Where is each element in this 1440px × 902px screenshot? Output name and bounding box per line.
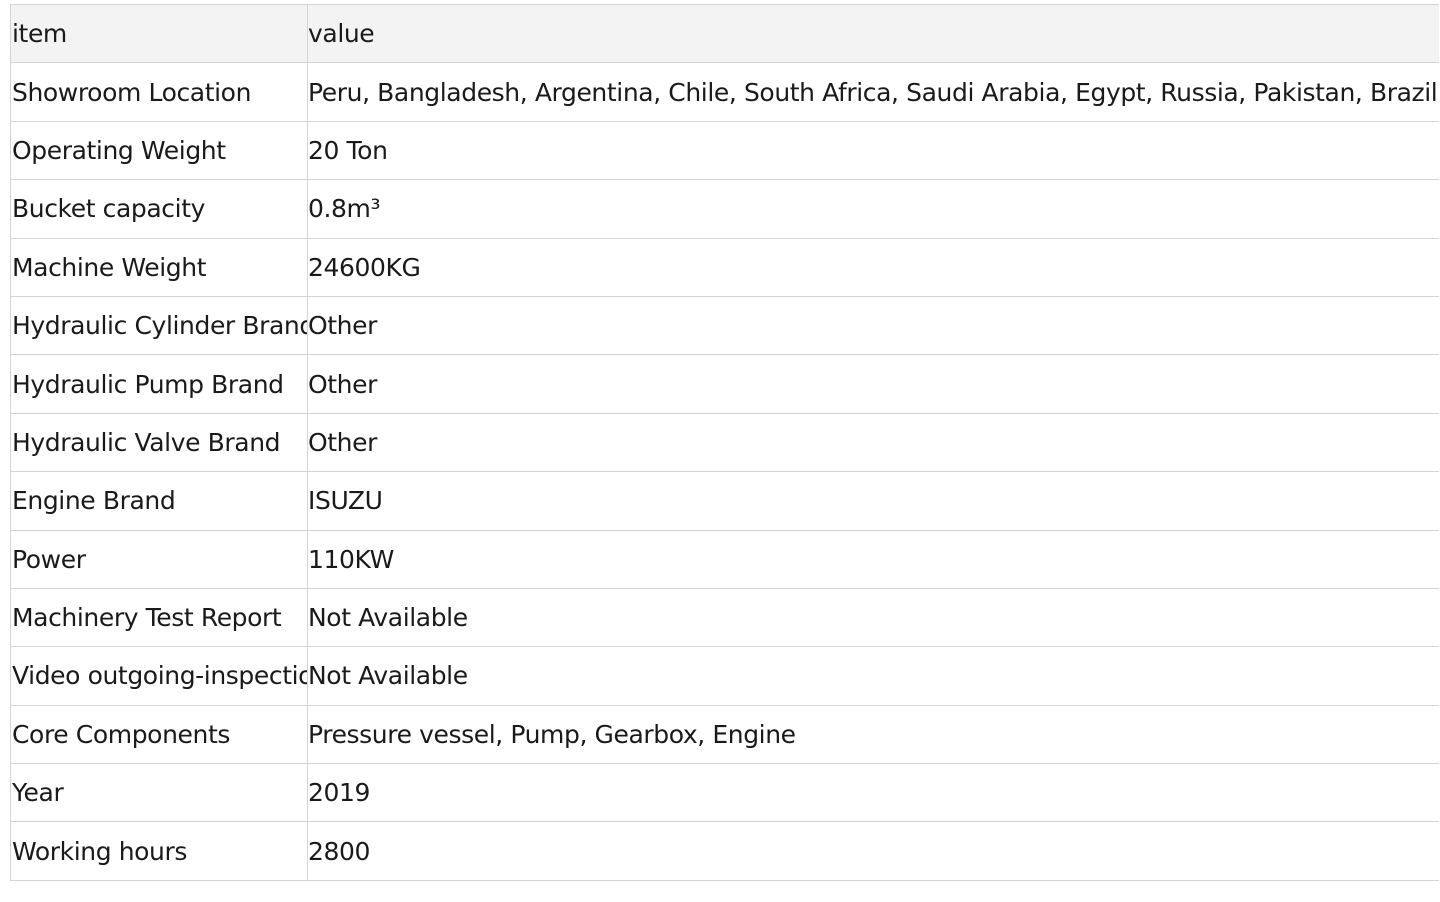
- value-cell: 20 Ton: [308, 135, 388, 165]
- table-row: Engine Brand ISUZU: [11, 472, 1439, 531]
- value-cell: 0.8m³: [308, 194, 381, 224]
- table-row: Core Components Pressure vessel, Pump, Ge…: [11, 705, 1439, 765]
- item-cell: Showroom Location: [11, 63, 308, 121]
- item-cell: Machinery Test Report: [11, 588, 308, 647]
- table-row: Operating Weight 20 Ton: [11, 121, 1439, 181]
- value-cell: 24600KG: [308, 252, 421, 282]
- item-cell: Year: [11, 764, 308, 822]
- item-cell: Hydraulic Cylinder Brand: [11, 296, 308, 355]
- value-cell: Not Available: [308, 661, 468, 691]
- item-cell: Working hours: [11, 822, 308, 880]
- item-cell: Engine Brand: [11, 472, 308, 530]
- item-cell: Bucket capacity: [11, 180, 308, 238]
- value-cell: 110KW: [308, 544, 394, 574]
- item-cell: Core Components: [11, 705, 308, 764]
- value-cell: Other: [308, 311, 377, 341]
- table-row: Working hours 2800: [11, 822, 1439, 881]
- value-cell: ISUZU: [308, 486, 383, 516]
- table-row: Machinery Test Report Not Available: [11, 588, 1439, 648]
- table-row: Power 110KW: [11, 530, 1439, 589]
- table-row: Hydraulic Valve Brand Other: [11, 413, 1439, 473]
- item-cell: Operating Weight: [11, 121, 308, 180]
- item-cell: Hydraulic Valve Brand: [11, 413, 308, 472]
- value-cell: Other: [308, 369, 377, 399]
- table-header-row: item value: [11, 5, 1439, 64]
- spec-table: item value Showroom Location Peru, Bangla…: [10, 4, 1439, 881]
- value-cell: Not Available: [308, 603, 468, 633]
- item-cell: Machine Weight: [11, 238, 308, 296]
- item-cell: Power: [11, 530, 308, 588]
- table-row: Bucket capacity 0.8m³: [11, 180, 1439, 239]
- table-row: Video outgoing-inspection Not Available: [11, 647, 1439, 706]
- header-value-cell: value: [308, 19, 375, 49]
- table-row: Machine Weight 24600KG: [11, 238, 1439, 297]
- item-cell: Video outgoing-inspection: [11, 647, 308, 705]
- table-row: Hydraulic Pump Brand Other: [11, 355, 1439, 414]
- value-cell: 2019: [308, 778, 371, 808]
- value-cell: Peru, Bangladesh, Argentina, Chile, Sout…: [308, 77, 1439, 107]
- table-row: Year 2019: [11, 764, 1439, 823]
- value-cell: 2800: [308, 836, 371, 866]
- value-cell: Pressure vessel, Pump, Gearbox, Engine: [308, 719, 796, 749]
- header-item-cell: item: [11, 5, 308, 63]
- table-row: Hydraulic Cylinder Brand Other: [11, 296, 1439, 356]
- table-row: Showroom Location Peru, Bangladesh, Argen…: [11, 63, 1439, 122]
- item-cell: Hydraulic Pump Brand: [11, 355, 308, 413]
- value-cell: Other: [308, 427, 377, 457]
